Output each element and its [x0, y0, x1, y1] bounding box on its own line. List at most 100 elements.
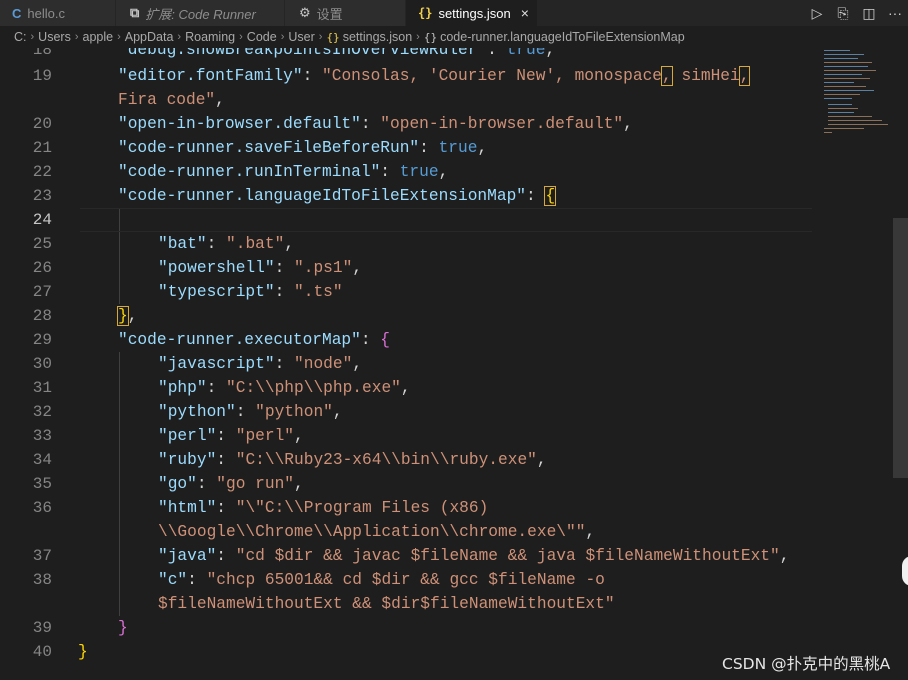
breadcrumb-segment[interactable]: User: [288, 30, 314, 44]
code-line-18[interactable]: "debug.showBreakpointsInOverviewRuler": …: [118, 48, 555, 62]
line-number: 38: [32, 571, 52, 589]
punct: ,: [352, 355, 363, 373]
tab-settings-json[interactable]: {} settings.json ×: [406, 0, 538, 26]
json-key: "open-in-browser.default": [118, 115, 361, 133]
breadcrumb-segment[interactable]: AppData: [125, 30, 174, 44]
minimap[interactable]: [818, 48, 898, 138]
punct: :: [274, 259, 295, 277]
line-number: 23: [32, 187, 52, 205]
code-line-31[interactable]: "php": "C:\\php\\php.exe",: [158, 376, 411, 400]
tab-settings-ui[interactable]: ⚙ 设置: [285, 0, 406, 26]
punct: :: [216, 499, 236, 517]
code-line-33[interactable]: "perl": "perl",: [158, 424, 304, 448]
code-line-26[interactable]: "powershell": ".ps1",: [158, 256, 362, 280]
breadcrumb-segment[interactable]: Users: [38, 30, 71, 44]
line-number: 25: [32, 235, 52, 253]
code-line-21[interactable]: "code-runner.saveFileBeforeRun": true,: [118, 136, 487, 160]
tab-extension-code-runner[interactable]: ⧉ 扩展: Code Runner: [116, 0, 285, 26]
breadcrumb-segment[interactable]: Roaming: [185, 30, 235, 44]
code-line-20[interactable]: "open-in-browser.default": "open-in-brow…: [118, 112, 633, 136]
minimap-line: [824, 78, 870, 79]
json-string: "open-in-browser.default": [380, 115, 624, 133]
punct: ,: [585, 523, 596, 541]
json-string: $fileNameWithoutExt && $dir$fileNameWith…: [158, 595, 615, 613]
json-string: Fira code": [118, 91, 216, 109]
floating-edge-button[interactable]: [902, 556, 908, 586]
json-key: "bat": [158, 235, 207, 253]
breadcrumb-symbol[interactable]: code-runner.languageIdToFileExtensionMap: [440, 30, 685, 44]
json-string: ".bat": [226, 235, 285, 253]
open-changes-icon[interactable]: ⎘: [830, 5, 856, 22]
minimap-line: [828, 124, 888, 125]
json-string: ".ts": [294, 283, 343, 301]
punct: :: [216, 547, 236, 565]
code-line-34[interactable]: "ruby": "C:\\Ruby23-x64\\bin\\ruby.exe",: [158, 448, 547, 472]
code-line-38[interactable]: "c": "chcp 65001&& cd $dir && gcc $fileN…: [158, 568, 605, 592]
json-file-icon: {}: [418, 6, 433, 20]
breadcrumb-file[interactable]: settings.json: [343, 30, 412, 44]
breadcrumb-segment[interactable]: C:: [14, 30, 27, 44]
code-line-40[interactable]: }: [78, 640, 88, 664]
json-key: "python": [158, 403, 236, 421]
minimap-line: [828, 120, 882, 121]
punct: ,: [623, 115, 633, 133]
line-number: 20: [32, 115, 52, 133]
punct: :: [187, 571, 207, 589]
code-line-25[interactable]: "bat": ".bat",: [158, 232, 294, 256]
breadcrumb-segment[interactable]: Code: [247, 30, 277, 44]
run-icon[interactable]: ▷: [804, 5, 830, 22]
code-line-39[interactable]: }: [118, 616, 128, 640]
minimap-line: [824, 66, 868, 67]
line-number: 29: [32, 331, 52, 349]
punct: :: [360, 331, 381, 349]
code-line-38-wrap[interactable]: $fileNameWithoutExt && $dir$fileNameWith…: [158, 592, 615, 616]
code-line-30[interactable]: "javascript": "node",: [158, 352, 362, 376]
json-key: "perl": [158, 427, 217, 445]
punct: ,: [477, 139, 488, 157]
code-line-22[interactable]: "code-runner.runInTerminal": true,: [118, 160, 448, 184]
code-line-19-wrap[interactable]: Fira code",: [118, 88, 225, 112]
tab-label: settings.json: [438, 5, 511, 21]
c-file-icon: C: [12, 5, 22, 21]
minimap-line: [828, 104, 852, 105]
code-line-37[interactable]: "java": "cd $dir && javac $fileName && j…: [158, 544, 789, 568]
code-editor[interactable]: 18 19 20 21 22 23 24 25 26 27 28 29 30 3…: [0, 48, 908, 680]
code-line-23[interactable]: "code-runner.languageIdToFileExtensionMa…: [118, 184, 557, 208]
more-actions-icon[interactable]: ···: [882, 5, 908, 21]
chevron-right-icon: ›: [177, 31, 182, 43]
close-icon[interactable]: ×: [521, 5, 529, 21]
code-line-19[interactable]: "editor.fontFamily": "Consolas, 'Courier…: [118, 64, 751, 88]
punct: ,: [294, 427, 304, 445]
gear-icon: ⚙: [299, 5, 311, 20]
split-editor-icon[interactable]: ◫: [856, 5, 882, 22]
line-number: 37: [32, 547, 52, 565]
minimap-line: [824, 90, 874, 91]
punct: :: [216, 427, 236, 445]
code-line-36-wrap[interactable]: \\Google\\Chrome\\Application\\chrome.ex…: [158, 520, 595, 544]
code-line-36[interactable]: "html": "\"C:\\Program Files (x86): [158, 496, 488, 520]
minimap-line: [824, 94, 860, 95]
chevron-right-icon: ›: [117, 31, 121, 43]
bracket: }: [78, 643, 88, 661]
indent-guide: [119, 352, 120, 616]
code-line-29[interactable]: "code-runner.executorMap": {: [118, 328, 390, 352]
code-line-28[interactable]: },: [117, 304, 137, 328]
breadcrumb-segment[interactable]: apple: [83, 30, 114, 44]
json-string: "python": [255, 403, 333, 421]
code-line-32[interactable]: "python": "python",: [158, 400, 343, 424]
json-boolean: true: [438, 139, 478, 157]
punct: ,: [536, 451, 547, 469]
code-line-35[interactable]: "go": "go run",: [158, 472, 304, 496]
json-key: "debug.showBreakpointsInOverviewRuler": [118, 48, 488, 59]
tab-hello-c[interactable]: C hello.c: [0, 0, 116, 26]
bracket: {: [380, 331, 391, 349]
editor-actions: ▷ ⎘ ◫ ···: [804, 0, 908, 26]
minimap-line: [824, 128, 864, 129]
breadcrumb: C: › Users › apple › AppData › Roaming ›…: [0, 26, 908, 48]
scrollbar-thumb[interactable]: [893, 218, 908, 478]
chevron-right-icon: ›: [280, 31, 285, 43]
chevron-right-icon: ›: [30, 31, 35, 43]
json-key: "typescript": [158, 283, 275, 301]
code-line-27[interactable]: "typescript": ".ts": [158, 280, 343, 304]
line-number: 33: [32, 427, 52, 445]
